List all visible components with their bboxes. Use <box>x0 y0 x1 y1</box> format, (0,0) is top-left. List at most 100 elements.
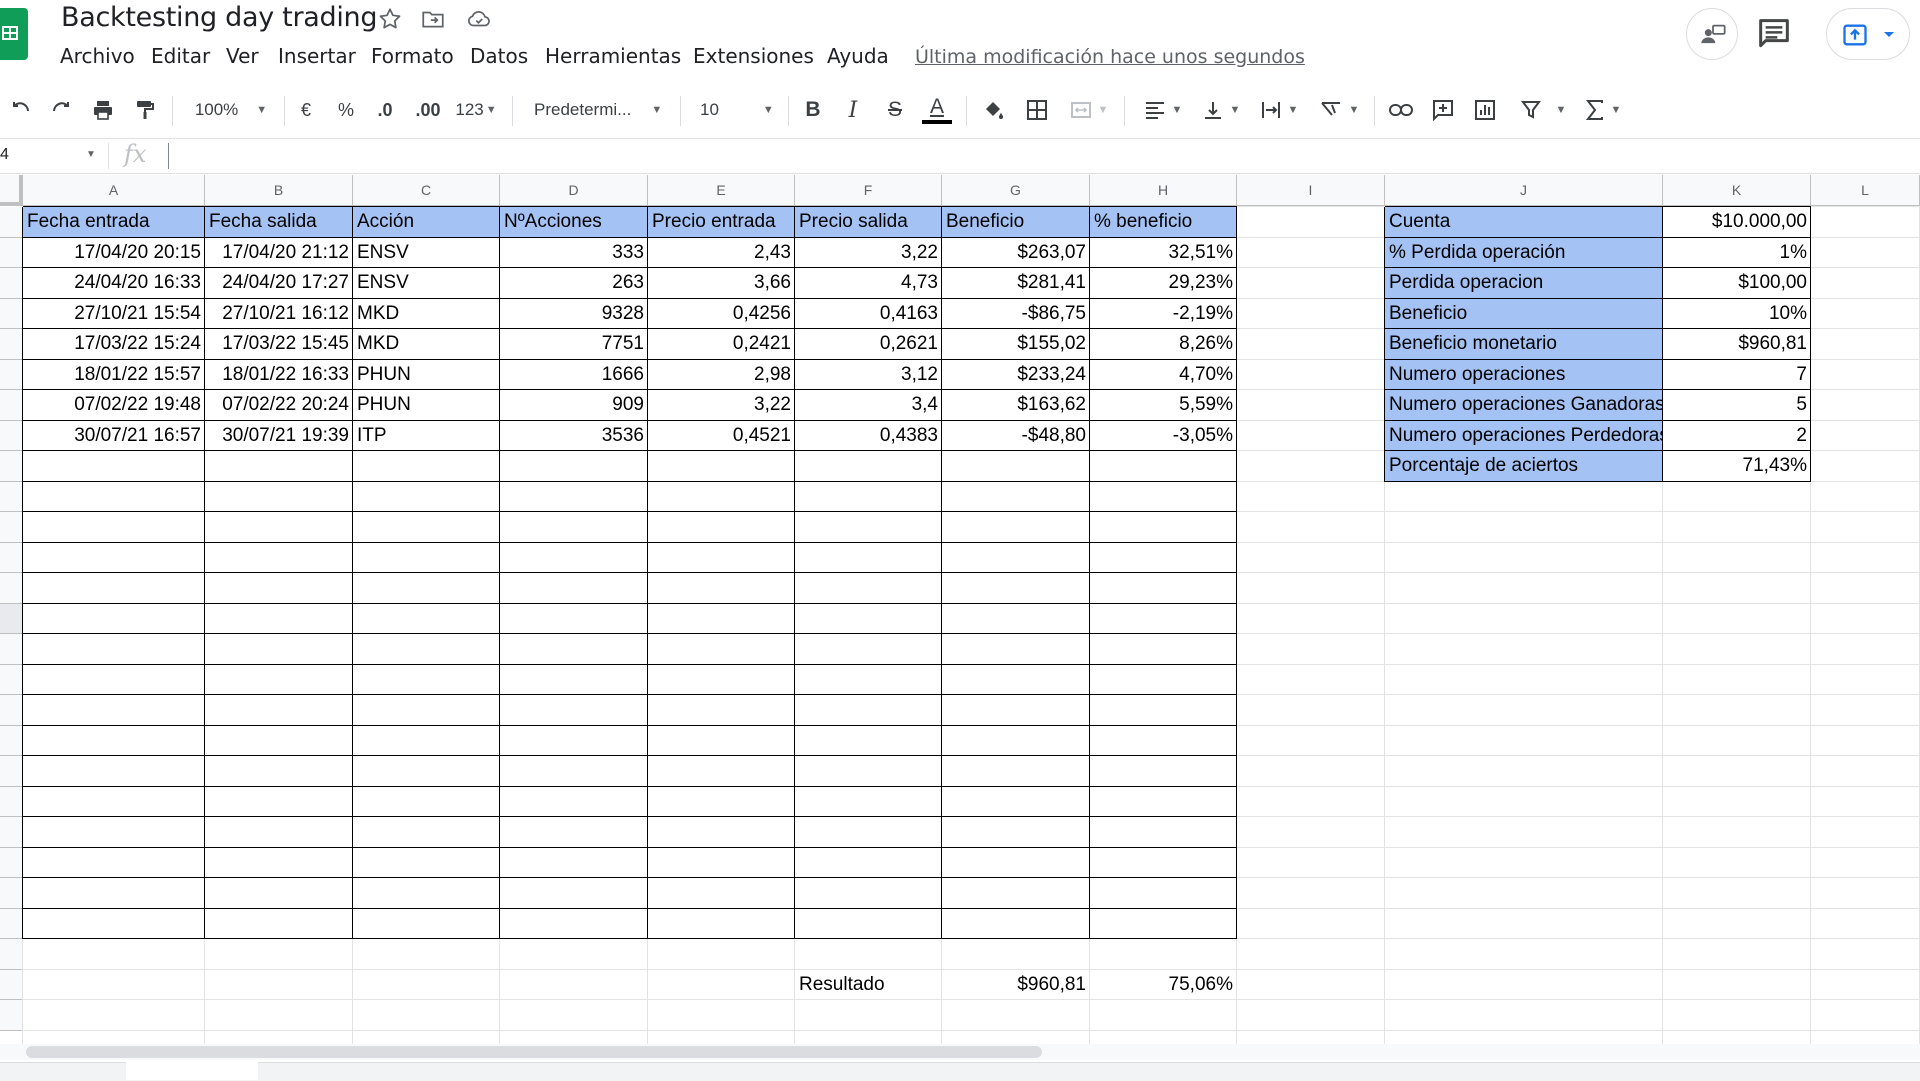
row-header[interactable] <box>0 543 23 573</box>
redo-icon[interactable] <box>44 88 78 132</box>
document-title[interactable]: Backtesting day trading <box>61 2 378 33</box>
row-header[interactable] <box>0 665 23 695</box>
last-edit-link[interactable]: Última modificación hace unos segundos <box>915 46 1305 68</box>
column-header-k[interactable]: K <box>1663 175 1811 206</box>
trade-cell[interactable]: 17/03/22 15:45 <box>205 329 353 360</box>
trades-header-cell[interactable]: Precio salida <box>795 207 942 238</box>
row-header[interactable] <box>0 512 23 543</box>
trade-cell[interactable]: 24/04/20 17:27 <box>205 268 353 299</box>
summary-label-cell[interactable]: Numero operaciones <box>1385 360 1663 390</box>
trade-cell[interactable]: 2,43 <box>648 238 795 268</box>
trade-cell[interactable]: 3,4 <box>795 390 942 421</box>
trades-header-cell[interactable]: Fecha salida <box>205 207 353 238</box>
trades-header-cell[interactable]: NºAcciones <box>500 207 648 238</box>
row-header[interactable] <box>0 726 23 756</box>
trade-cell[interactable]: 30/07/21 19:39 <box>205 421 353 451</box>
result-label-cell[interactable]: Resultado <box>795 970 942 1000</box>
summary-value-cell[interactable]: 2 <box>1663 421 1811 451</box>
trades-header-cell[interactable]: Beneficio <box>942 207 1090 238</box>
trade-cell[interactable]: -$86,75 <box>942 299 1090 329</box>
menu-insertar[interactable]: Insertar <box>278 44 356 68</box>
summary-value-cell[interactable]: 71,43% <box>1663 451 1811 482</box>
menu-ver[interactable]: Ver <box>226 44 259 68</box>
comments-icon[interactable] <box>1754 14 1794 54</box>
zoom-select[interactable]: 100% ▼ <box>186 88 276 132</box>
star-icon[interactable] <box>377 6 403 32</box>
horizontal-align-icon[interactable]: ▼ <box>1140 88 1186 132</box>
italic-button[interactable]: I <box>838 88 868 132</box>
meeting-present-button[interactable] <box>1686 8 1738 60</box>
filter-icon[interactable]: ▼ <box>1512 88 1574 132</box>
result-percent-cell[interactable]: 75,06% <box>1090 970 1237 1000</box>
trade-cell[interactable]: 27/10/21 16:12 <box>205 299 353 329</box>
trade-cell[interactable]: 3,22 <box>795 238 942 268</box>
trade-cell[interactable]: 0,4163 <box>795 299 942 329</box>
trade-cell[interactable]: 17/04/20 20:15 <box>23 238 205 268</box>
trade-cell[interactable]: MKD <box>353 329 500 360</box>
undo-icon[interactable] <box>4 88 38 132</box>
trades-header-cell[interactable]: % beneficio <box>1090 207 1237 238</box>
summary-value-cell[interactable]: $960,81 <box>1663 329 1811 360</box>
summary-label-cell[interactable]: Cuenta <box>1385 207 1663 238</box>
trade-cell[interactable]: 0,2421 <box>648 329 795 360</box>
trades-header-cell[interactable]: Fecha entrada <box>23 207 205 238</box>
trade-cell[interactable]: $281,41 <box>942 268 1090 299</box>
trade-cell[interactable]: 0,4521 <box>648 421 795 451</box>
row-header[interactable] <box>0 482 23 512</box>
trade-cell[interactable]: ITP <box>353 421 500 451</box>
trade-cell[interactable]: 0,4383 <box>795 421 942 451</box>
menu-editar[interactable]: Editar <box>151 44 210 68</box>
trade-cell[interactable]: 3,22 <box>648 390 795 421</box>
trade-cell[interactable]: -$48,80 <box>942 421 1090 451</box>
trade-cell[interactable]: 0,2621 <box>795 329 942 360</box>
font-size-select[interactable]: 10 ▼ <box>694 88 778 132</box>
summary-value-cell[interactable]: $100,00 <box>1663 268 1811 299</box>
trade-cell[interactable]: 8,26% <box>1090 329 1237 360</box>
trade-cell[interactable]: 18/01/22 16:33 <box>205 360 353 390</box>
decrease-decimals-button[interactable]: .0 <box>370 88 400 132</box>
percent-format-button[interactable]: % <box>334 88 358 132</box>
trade-cell[interactable]: $155,02 <box>942 329 1090 360</box>
trade-cell[interactable]: 07/02/22 20:24 <box>205 390 353 421</box>
row-header[interactable] <box>0 939 23 970</box>
trade-cell[interactable]: 24/04/20 16:33 <box>23 268 205 299</box>
strikethrough-button[interactable]: S <box>880 88 910 132</box>
text-wrapping-icon[interactable]: ▼ <box>1256 88 1302 132</box>
trades-header-cell[interactable]: Precio entrada <box>648 207 795 238</box>
trade-cell[interactable]: 3,12 <box>795 360 942 390</box>
row-header[interactable] <box>0 299 23 329</box>
trade-cell[interactable]: 27/10/21 15:54 <box>23 299 205 329</box>
summary-value-cell[interactable]: $10.000,00 <box>1663 207 1811 238</box>
trade-cell[interactable]: $263,07 <box>942 238 1090 268</box>
paint-format-icon[interactable] <box>128 88 162 132</box>
summary-label-cell[interactable]: Beneficio <box>1385 299 1663 329</box>
insert-link-icon[interactable] <box>1384 88 1418 132</box>
trade-cell[interactable]: 263 <box>500 268 648 299</box>
summary-value-cell[interactable]: 10% <box>1663 299 1811 329</box>
trades-header-cell[interactable]: Acción <box>353 207 500 238</box>
trade-cell[interactable]: 29,23% <box>1090 268 1237 299</box>
trade-cell[interactable]: 333 <box>500 238 648 268</box>
trade-cell[interactable]: 4,70% <box>1090 360 1237 390</box>
trade-cell[interactable]: $233,24 <box>942 360 1090 390</box>
column-header-a[interactable]: A <box>23 175 205 206</box>
trade-cell[interactable]: 2,98 <box>648 360 795 390</box>
merge-cells-icon[interactable]: ▼ <box>1064 88 1114 132</box>
increase-decimals-button[interactable]: .00 <box>410 88 446 132</box>
borders-icon[interactable] <box>1020 88 1054 132</box>
summary-label-cell[interactable]: Beneficio monetario <box>1385 329 1663 360</box>
menu-datos[interactable]: Datos <box>470 44 528 68</box>
move-folder-icon[interactable] <box>420 6 446 32</box>
trade-cell[interactable]: 1666 <box>500 360 648 390</box>
trade-cell[interactable]: MKD <box>353 299 500 329</box>
column-header-f[interactable]: F <box>795 175 942 206</box>
print-icon[interactable] <box>86 88 120 132</box>
row-header[interactable] <box>0 756 23 787</box>
vertical-align-icon[interactable]: ▼ <box>1198 88 1244 132</box>
row-header[interactable] <box>0 360 23 390</box>
more-formats-button[interactable]: 123 ▼ <box>452 88 500 132</box>
trade-cell[interactable]: 17/04/20 21:12 <box>205 238 353 268</box>
column-header-c[interactable]: C <box>353 175 500 206</box>
column-header-j[interactable]: J <box>1385 175 1663 206</box>
menu-ayuda[interactable]: Ayuda <box>827 44 889 68</box>
